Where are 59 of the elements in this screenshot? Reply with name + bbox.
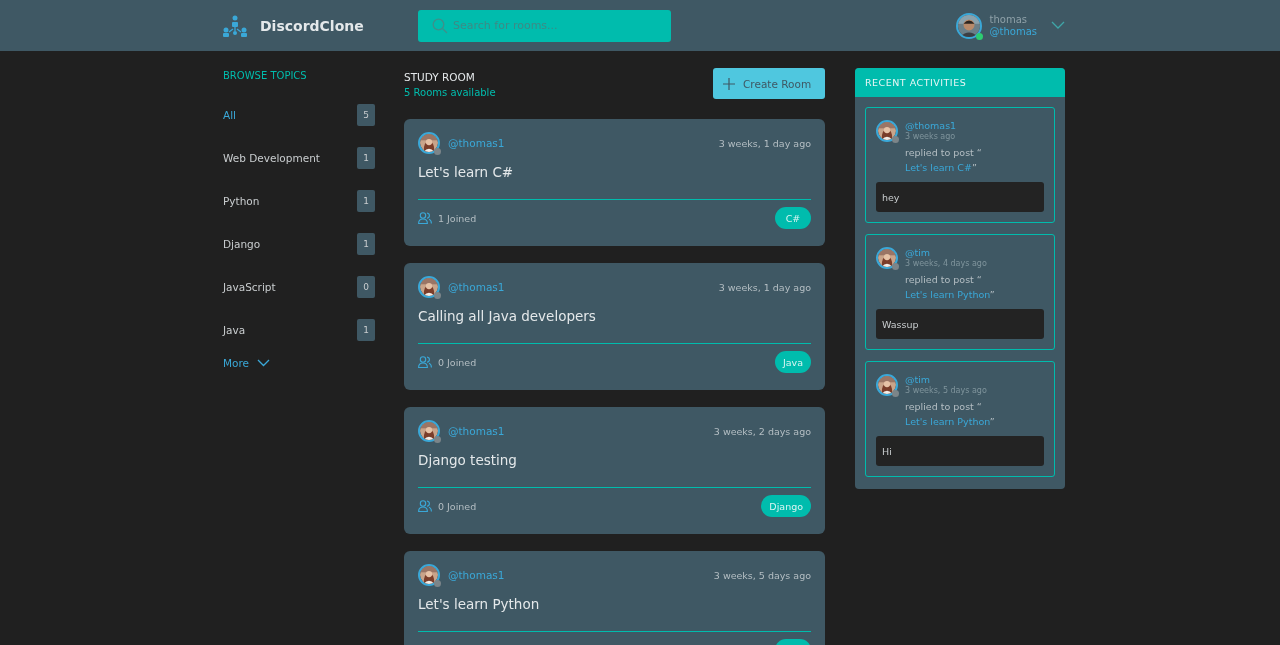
post-link[interactable]: Let's learn Python <box>905 289 990 300</box>
joined-count: 0 Joined <box>438 500 477 512</box>
user-handle[interactable]: @tim <box>905 247 1044 259</box>
message-text: Hi <box>876 436 1044 466</box>
create-room-button[interactable]: Create Room <box>713 68 825 99</box>
app-name[interactable]: DiscordClone <box>260 17 364 34</box>
host-name[interactable]: @thomas1 <box>448 425 505 437</box>
room-time: 3 weeks, 2 days ago <box>713 425 811 437</box>
chevron-down-icon <box>257 359 271 367</box>
topic-link[interactable]: JavaScript <box>223 280 276 293</box>
section-title: BROWSE TOPICS <box>223 70 308 81</box>
search-field[interactable]: Search for rooms... <box>418 9 671 42</box>
chevron-down-icon[interactable] <box>1051 21 1065 30</box>
activity-text: replied to post “ Let's learn Python” <box>905 400 996 429</box>
post-link[interactable]: Let's learn Python <box>905 416 990 427</box>
user-handle[interactable]: @thomas1 <box>905 120 1044 132</box>
topic-count: 0 <box>357 275 375 298</box>
host-name[interactable]: @thomas1 <box>448 137 505 149</box>
room-title[interactable]: Let's learn Python <box>418 596 811 612</box>
topic-count: 1 <box>357 189 375 212</box>
topic-link[interactable]: Django <box>223 237 261 250</box>
user-name: thomas <box>989 13 1028 26</box>
room-title[interactable]: Django testing <box>418 452 811 468</box>
network-icon[interactable] <box>223 14 247 37</box>
activity-text: replied to post “ Let's learn C#” <box>905 146 983 175</box>
post-link[interactable]: Let's learn C# <box>905 162 972 173</box>
host-name[interactable]: @thomas1 <box>448 281 505 293</box>
topic-link[interactable]: All <box>223 108 237 121</box>
topic-link[interactable]: Java <box>223 323 246 336</box>
topic-count: 5 <box>357 103 375 126</box>
topic-count: 1 <box>357 318 375 341</box>
users-icon <box>418 356 432 368</box>
room-time: 3 weeks, 5 days ago <box>713 569 811 581</box>
room-time: 3 weeks, 1 day ago <box>718 281 811 293</box>
joined-count: 0 Joined <box>438 356 477 368</box>
page-title: STUDY ROOM <box>404 71 476 83</box>
users-icon <box>418 212 432 224</box>
topic-link[interactable]: Web Development <box>223 151 320 164</box>
plus-icon <box>723 77 735 90</box>
topic-tag[interactable]: C# <box>775 207 811 229</box>
user-handle[interactable]: @tim <box>905 374 1044 386</box>
room-title[interactable]: Calling all Java developers <box>418 308 811 324</box>
topic-tag[interactable]: Java <box>774 351 811 373</box>
topic-count: 1 <box>357 232 375 255</box>
topic-tag[interactable]: Django <box>761 495 811 517</box>
users-icon <box>418 500 432 512</box>
room-title[interactable]: Let's learn C# <box>418 164 811 180</box>
room-time: 3 weeks, 1 day ago <box>718 137 811 149</box>
topic-link[interactable]: Python <box>223 194 260 207</box>
activity-text: replied to post “ Let's learn Python” <box>905 273 996 302</box>
room-count: 5 Rooms available <box>404 87 496 98</box>
message-text: hey <box>876 182 1044 212</box>
panel-header: RECENT ACTIVITIES <box>855 68 1065 97</box>
topic-count: 1 <box>357 146 375 169</box>
message-text: Wassup <box>876 309 1044 339</box>
host-name[interactable]: @thomas1 <box>448 569 505 581</box>
more-link[interactable]: More <box>223 357 271 369</box>
joined-count: 1 Joined <box>438 212 477 224</box>
user-handle: @thomas <box>989 25 1037 38</box>
